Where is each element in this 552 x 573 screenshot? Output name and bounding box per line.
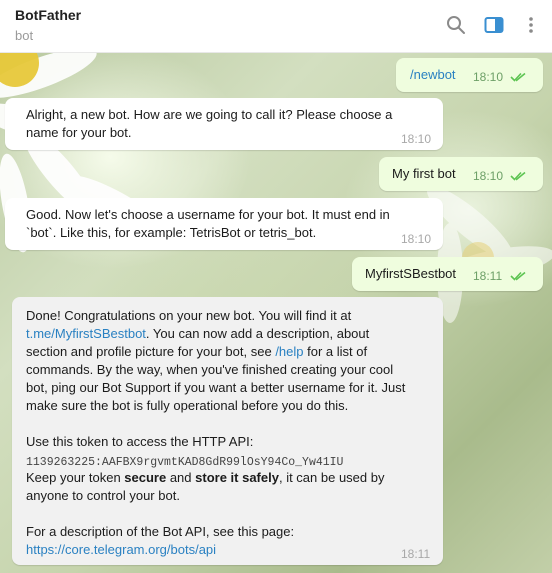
chat-header: BotFather bot <box>0 0 552 53</box>
help-command-link[interactable]: /help <box>275 344 303 359</box>
message-line: anyone to control your bot. <box>26 487 180 505</box>
message-time: 18:11 <box>401 547 431 561</box>
message-text: . You can now add a description, about <box>145 326 370 341</box>
message-text: commands. By the way, when you've finish… <box>26 362 394 377</box>
message-out[interactable]: MyfirstSBestbot 18:11 <box>352 257 543 291</box>
message-text: section and profile picture for your bot… <box>26 344 276 359</box>
message-line: https://core.telegram.org/bots/api <box>26 541 216 559</box>
read-checkmark-icon <box>510 70 528 88</box>
message-time: 18:11 <box>473 269 503 283</box>
bold-text: secure <box>124 470 167 485</box>
message-out[interactable]: My first bot 18:10 <box>379 157 543 191</box>
message-line: bot, ping our Bot Support if you want a … <box>26 379 405 397</box>
message-time: 18:10 <box>401 132 432 146</box>
message-text: bot, ping our Bot Support if you want a … <box>26 380 406 395</box>
message-time: 18:10 <box>473 70 504 84</box>
message-out[interactable]: /newbot 18:10 <box>396 58 543 92</box>
message-line: For a description of the Bot API, see th… <box>26 523 294 541</box>
read-checkmark-icon <box>510 269 528 287</box>
message-text: for a list of <box>303 344 368 359</box>
message-line: Done! Congratulations on your new bot. Y… <box>26 307 351 325</box>
message-text: and <box>166 470 196 485</box>
message-in[interactable]: Good. Now let's choose a username for yo… <box>5 198 443 250</box>
message-time: 18:10 <box>473 169 504 183</box>
message-text: Keep your token <box>26 470 125 485</box>
chat-history[interactable]: /newbot 18:10 Alright, a new bot. How ar… <box>0 53 552 573</box>
message-line: Good. Now let's choose a username for yo… <box>26 207 390 222</box>
message-line: make sure the bot is fully operational b… <box>26 397 348 415</box>
sidebar-toggle-icon[interactable] <box>483 14 505 36</box>
message-line: Keep your token secure and store it safe… <box>26 469 384 487</box>
message-line: name for your bot. <box>26 125 132 140</box>
message-text: For a description of the Bot API, see th… <box>26 524 295 539</box>
search-icon[interactable] <box>445 14 467 36</box>
message-text: MyfirstSBestbot <box>365 266 457 281</box>
chat-subtitle: bot <box>15 28 34 43</box>
api-token[interactable]: 1139263225:AAFBX9rgvmtKAD8GdR99lOsY94Co_… <box>26 456 343 469</box>
message-text: Done! Congratulations on your new bot. Y… <box>26 308 352 323</box>
read-checkmark-icon <box>510 169 528 187</box>
message-text: anyone to control your bot. <box>26 488 180 503</box>
message-time: 18:10 <box>401 232 432 246</box>
message-line: t.me/MyfirstSBestbot. You can now add a … <box>26 325 369 343</box>
message-text: , it can be used by <box>278 470 385 485</box>
bold-text: store it safely <box>195 470 279 485</box>
message-text: /newbot <box>410 67 456 82</box>
message-line: commands. By the way, when you've finish… <box>26 361 393 379</box>
message-in[interactable]: Done! Congratulations on your new bot. Y… <box>12 297 443 565</box>
message-line: Alright, a new bot. How are we going to … <box>26 107 393 122</box>
more-vertical-icon[interactable] <box>520 14 542 36</box>
message-line: Use this token to access the HTTP API: <box>26 433 253 451</box>
message-text: Use this token to access the HTTP API: <box>26 434 254 449</box>
chat-title[interactable]: BotFather <box>15 7 81 23</box>
message-text: make sure the bot is fully operational b… <box>26 398 349 413</box>
message-line: `bot`. Like this, for example: TetrisBot… <box>26 225 317 240</box>
message-text: My first bot <box>392 166 456 181</box>
bot-api-link[interactable]: https://core.telegram.org/bots/api <box>26 542 216 557</box>
message-line: section and profile picture for your bot… <box>26 343 367 361</box>
message-in[interactable]: Alright, a new bot. How are we going to … <box>5 98 443 150</box>
bot-link[interactable]: t.me/MyfirstSBestbot <box>26 326 146 341</box>
